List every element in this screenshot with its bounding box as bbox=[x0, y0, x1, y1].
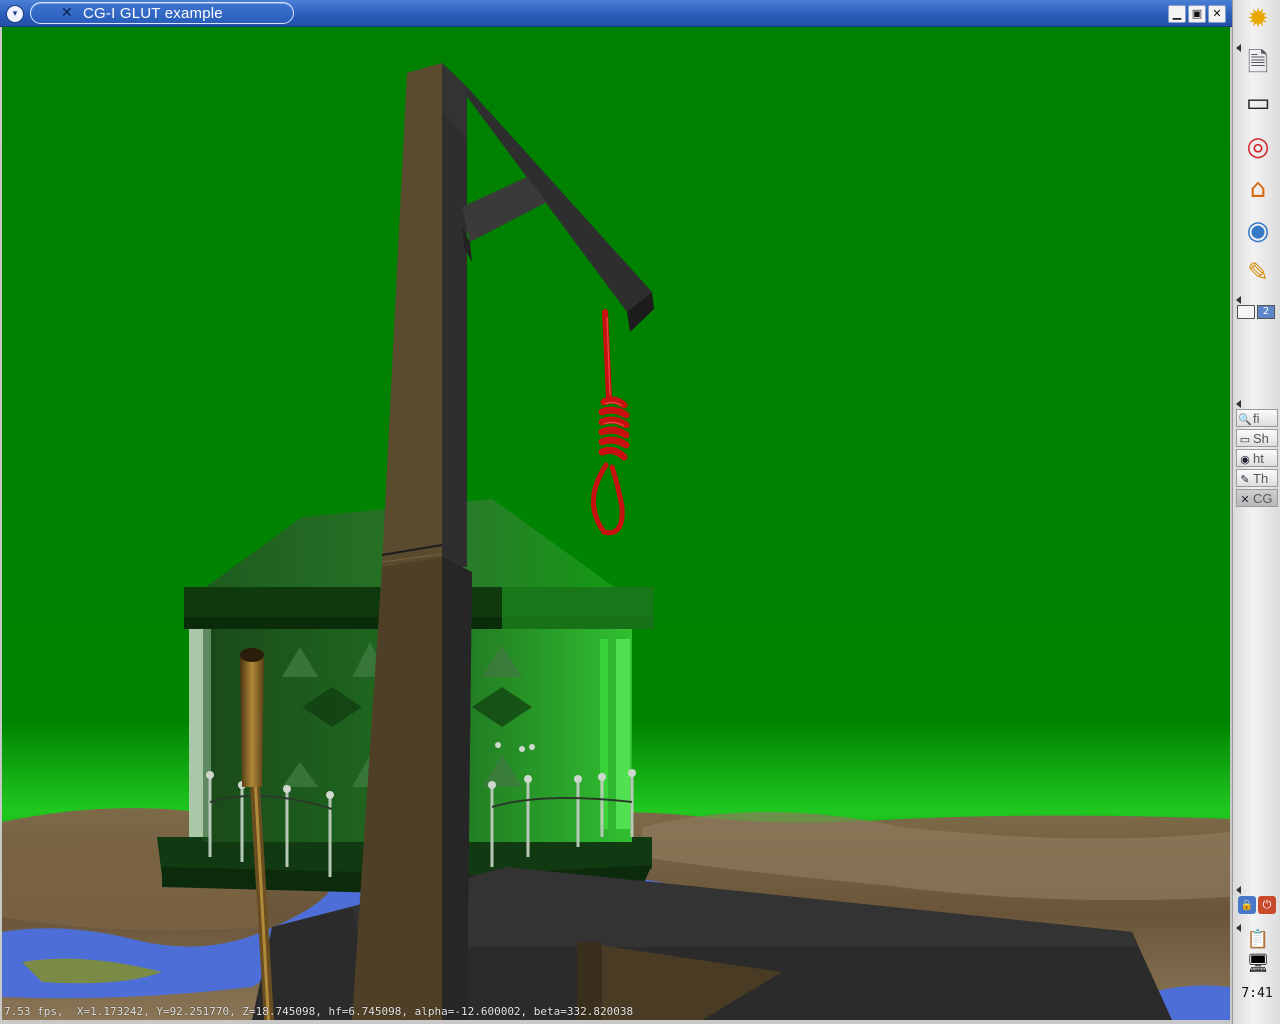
task-label: Th bbox=[1253, 471, 1269, 486]
text-editor-icon: 🗎 bbox=[1247, 48, 1269, 78]
power-icon: ⏻ bbox=[1262, 898, 1272, 911]
browser-icon: ◉ bbox=[1240, 454, 1250, 466]
taskbar-item-cg-glut[interactable]: ✕ CG bbox=[1236, 489, 1278, 507]
kde-panel: ✹ 🗎 ▭ ◎ ⌂ ◉ ✎ 1 2 🔍fi ▭Sh ◉ht ✎Th ✕CG bbox=[1232, 0, 1280, 1024]
minimize-button[interactable]: ▁ bbox=[1168, 5, 1186, 23]
logout-button[interactable]: ⏻ bbox=[1258, 896, 1276, 914]
help-launcher[interactable]: ◎ bbox=[1241, 130, 1275, 164]
text-editor-launcher[interactable]: 🗎 bbox=[1241, 46, 1275, 80]
maximize-button[interactable]: ▣ bbox=[1188, 5, 1206, 23]
terminal-launcher[interactable]: ▭ bbox=[1241, 86, 1275, 120]
minimize-icon: ▁ bbox=[1172, 7, 1182, 20]
browser-launcher[interactable]: ◉ bbox=[1241, 214, 1275, 248]
panel-arrow-icon bbox=[1236, 400, 1241, 408]
close-button[interactable]: ✕ bbox=[1208, 5, 1226, 23]
maximize-icon: ▣ bbox=[1191, 7, 1203, 20]
task-label: Sh bbox=[1253, 431, 1269, 446]
browser-icon: ◉ bbox=[1246, 216, 1270, 246]
office-launcher[interactable]: ✎ bbox=[1241, 256, 1275, 290]
taskbar-item-find[interactable]: 🔍fi bbox=[1236, 409, 1278, 427]
taskbar-item-browser[interactable]: ◉ ht bbox=[1236, 449, 1278, 467]
gl-viewport[interactable]: 7.53 fps, X=1.173242, Y=92.251770, Z=18.… bbox=[2, 27, 1230, 1020]
terminal-icon: ▭ bbox=[1245, 88, 1271, 118]
window-title: CG-I GLUT example bbox=[83, 5, 223, 22]
desktop-2-button[interactable]: 2 bbox=[1257, 305, 1275, 319]
office-icon: ✎ bbox=[1247, 258, 1269, 288]
update-icon: 🖥 bbox=[1246, 953, 1270, 974]
help-lifebuoy-icon: ◎ bbox=[1246, 132, 1270, 162]
close-icon: ✕ bbox=[1212, 7, 1222, 20]
task-label: ht bbox=[1253, 451, 1264, 466]
x-icon: ✕ bbox=[1240, 494, 1250, 506]
desktop-2-label: 2 bbox=[1262, 306, 1270, 317]
home-launcher[interactable]: ⌂ bbox=[1241, 172, 1275, 206]
lock-screen-button[interactable]: 🔒 bbox=[1238, 896, 1256, 914]
x-icon: ✕ bbox=[61, 5, 73, 21]
window-title-pill[interactable]: ✕ CG-I GLUT example bbox=[30, 2, 294, 24]
search-icon: 🔍 bbox=[1238, 414, 1252, 426]
panel-clock[interactable]: 7:41 bbox=[1237, 986, 1277, 1001]
task-label: fi bbox=[1253, 411, 1260, 426]
gl-scene bbox=[2, 27, 1230, 1020]
klipper-tray-button[interactable]: 📋 bbox=[1245, 928, 1271, 952]
status-readout: 7.53 fps, X=1.173242, Y=92.251770, Z=18.… bbox=[4, 1005, 634, 1018]
panel-arrow-icon bbox=[1236, 296, 1241, 304]
panel-arrow-icon bbox=[1236, 924, 1241, 932]
kde-menu-icon: ✹ bbox=[1247, 4, 1269, 34]
desktop-1-label: 1 bbox=[1243, 306, 1249, 317]
lock-icon: 🔒 bbox=[1240, 900, 1254, 911]
chevron-down-icon: ▾ bbox=[12, 8, 18, 19]
desktop-1-button[interactable]: 1 bbox=[1237, 305, 1255, 319]
taskbar-item-shell[interactable]: ▭ Sh bbox=[1236, 429, 1278, 447]
home-icon: ⌂ bbox=[1249, 174, 1267, 204]
klipper-icon: 📋 bbox=[1246, 929, 1270, 950]
task-label: CG bbox=[1253, 491, 1273, 506]
kde-menu-button[interactable]: ✹ bbox=[1241, 2, 1275, 36]
panel-arrow-icon bbox=[1236, 886, 1241, 894]
window-menu-button[interactable]: ▾ bbox=[6, 5, 24, 23]
window-titlebar[interactable]: ▾ ✕ CG-I GLUT example ▁ ▣ ✕ bbox=[0, 0, 1232, 27]
editor-icon: ✎ bbox=[1240, 474, 1250, 486]
update-tray-button[interactable]: 🖥 bbox=[1245, 952, 1271, 976]
terminal-icon: ▭ bbox=[1239, 434, 1251, 446]
desktop-pager: 1 2 bbox=[1237, 305, 1277, 319]
taskbar-item-editor[interactable]: ✎ Th bbox=[1236, 469, 1278, 487]
